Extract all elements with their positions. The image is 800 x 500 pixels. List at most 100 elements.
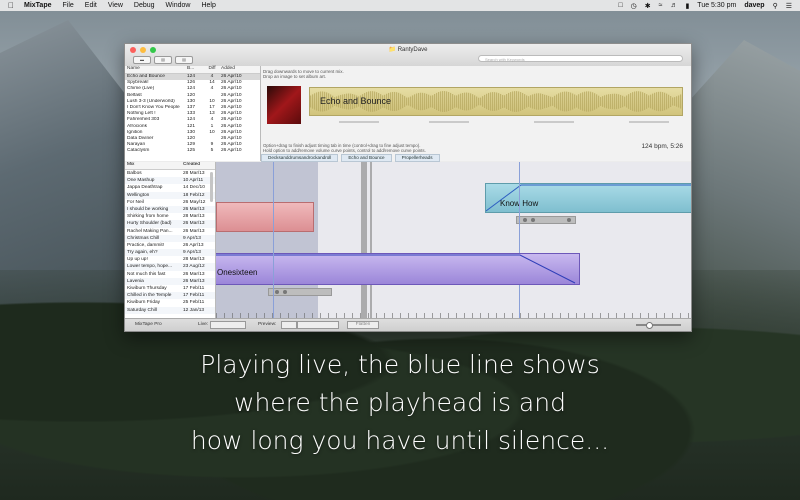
column-created[interactable]: Created: [183, 162, 213, 169]
tab-echo-and-bounce[interactable]: Echo and Bounce: [341, 154, 392, 162]
control-knob[interactable]: [531, 218, 535, 222]
battery-icon[interactable]: ▮: [685, 2, 689, 10]
track-controls[interactable]: [516, 216, 576, 224]
track-waveform[interactable]: Echo and Bounce: [309, 87, 683, 116]
album-art[interactable]: [267, 86, 301, 124]
user-name[interactable]: davep: [744, 2, 764, 9]
flatten-button[interactable]: Flatten: [347, 321, 379, 329]
mix-row[interactable]: For Neil 26 May/12: [125, 199, 215, 206]
mix-row[interactable]: Lavenia 26 Mar/13: [125, 277, 215, 285]
waveform-bar: [654, 92, 656, 111]
mix-row[interactable]: I should be working 26 Mar/13: [125, 205, 215, 214]
volume-icon[interactable]: ♬: [670, 2, 677, 9]
waveform-bar: [490, 92, 492, 111]
zoom-slider-knob[interactable]: [646, 322, 653, 329]
track-controls[interactable]: [268, 288, 332, 296]
apple-menu-icon[interactable]: : [8, 1, 18, 10]
mix-cell-date: 26 Mar/13: [183, 278, 205, 284]
search-icon[interactable]: ⚲: [773, 2, 778, 10]
zoom-slider[interactable]: [636, 322, 681, 329]
menu-view[interactable]: View: [108, 2, 123, 9]
column-mix[interactable]: Mix: [125, 162, 183, 169]
menu-file[interactable]: File: [63, 2, 74, 9]
waveform-bar: [478, 97, 480, 106]
mix-timeline[interactable]: Know How Onesixteen: [216, 162, 691, 318]
column-diff[interactable]: Diff: [203, 66, 221, 73]
mix-cell-date: 26 Mar/13: [183, 206, 205, 212]
clock-icon[interactable]: ◷: [631, 2, 637, 10]
waveform-bar: [614, 93, 616, 110]
mix-cell-name: Try again, eh?: [127, 250, 158, 256]
track-clip[interactable]: [216, 202, 314, 232]
waveform-bar: [648, 95, 650, 108]
search-input[interactable]: Search with Keywords: [478, 55, 683, 62]
chat-icon[interactable]: □: [618, 2, 622, 9]
menu-help[interactable]: Help: [201, 2, 215, 9]
column-added[interactable]: Added: [221, 66, 259, 73]
toolbar-button-2[interactable]: ▤: [154, 56, 172, 64]
preview-output-select[interactable]: [297, 321, 339, 329]
control-knob[interactable]: [523, 218, 527, 222]
waveform-bar: [484, 94, 486, 109]
column-bpm[interactable]: B...: [187, 66, 203, 73]
mix-list: Mix Created Balbos 28 Mar/13 One Mashup 10 …: [125, 162, 216, 318]
menu-window[interactable]: Window: [166, 2, 191, 9]
mix-row[interactable]: Wellington 18 Feb/12: [125, 191, 215, 199]
caption-line-3: how long you have until silence...: [190, 426, 610, 455]
library-row[interactable]: Cataclysm 125 5 26 Apr/10: [125, 148, 260, 154]
menu-debug[interactable]: Debug: [134, 2, 155, 9]
wifi-icon[interactable]: ≈: [659, 2, 663, 9]
list-icon[interactable]: ☰: [786, 2, 792, 10]
mix-row[interactable]: Hurty Shoulder (bad) 26 Mar/13: [125, 220, 215, 228]
mix-row[interactable]: Not much this fast 26 Mar/13: [125, 271, 215, 278]
mix-row[interactable]: Practice, dammit! 26 Apr/13: [125, 242, 215, 249]
mix-row[interactable]: Kiwiburn Friday 25 Feb/11: [125, 299, 215, 306]
control-knob[interactable]: [275, 290, 279, 294]
control-knob[interactable]: [283, 290, 287, 294]
mix-row[interactable]: One Mashup 10 Apr/11: [125, 177, 215, 185]
mix-row[interactable]: Jappa Deathtrap 14 Dec/10: [125, 184, 215, 191]
mix-row[interactable]: Try again, eh? 9 Apr/13: [125, 249, 215, 257]
live-output-select[interactable]: [210, 321, 246, 329]
mix-row[interactable]: Kiwiburn Thursday 17 Feb/11: [125, 285, 215, 292]
mix-row[interactable]: Up up up! 28 Mar/13: [125, 256, 215, 263]
mix-list-scrollbar[interactable]: [210, 172, 213, 202]
waveform-bar: [626, 95, 628, 108]
toolbar-button-3[interactable]: ▤: [175, 56, 193, 64]
menu-edit[interactable]: Edit: [85, 2, 97, 9]
waveform-bar: [472, 94, 474, 109]
waveform-bar: [522, 92, 524, 111]
track-clip-onesixteen[interactable]: Onesixteen: [216, 253, 580, 285]
bluetooth-icon[interactable]: ✱: [645, 2, 651, 10]
mix-row[interactable]: Rachel Making Pan... 26 Mar/13: [125, 228, 215, 235]
waveform-bar: [430, 95, 432, 108]
waveform-bar: [598, 95, 600, 108]
title-bar[interactable]: 📁 RantyDave ▬ ▤ ▤ Search with Keywords: [125, 44, 691, 67]
waveform-bar: [634, 91, 636, 112]
tab-decksanddrums[interactable]: Decksanddrumsandrockandroll: [261, 154, 339, 162]
toolbar-button-1[interactable]: ▬: [133, 56, 151, 64]
mix-row[interactable]: Saturday Chill 12 Jan/13: [125, 306, 215, 314]
preview-play-button[interactable]: [281, 321, 297, 329]
tab-propellerheads[interactable]: Propellerheads: [394, 154, 440, 162]
waveform-bar: [652, 93, 654, 110]
mix-row[interactable]: Chilled in the Temple 17 Feb/11: [125, 292, 215, 300]
clock-time[interactable]: Tue 5:30 pm: [697, 2, 736, 9]
mix-row[interactable]: Lower tempo, hope... 23 Aug/12: [125, 263, 215, 271]
mix-cell-date: 18 Feb/12: [183, 192, 205, 198]
mix-cell-date: 9 Apr/13: [183, 250, 201, 256]
toolbar-buttons: ▬ ▤ ▤: [133, 56, 193, 64]
playhead[interactable]: [361, 162, 367, 318]
mix-row[interactable]: Christmas Chill 9 Apr/13: [125, 234, 215, 242]
mix-row[interactable]: Shirking from home 28 Mar/13: [125, 213, 215, 220]
app-menu[interactable]: MixTape: [24, 2, 52, 9]
waveform-bar: [556, 94, 558, 109]
track-clip-know-how[interactable]: Know How: [485, 183, 691, 213]
library-table: Name B... Diff Added Echo and Bounce 124 4…: [125, 66, 261, 161]
mix-row[interactable]: Balbos 28 Mar/13: [125, 170, 215, 177]
waveform-bar: [462, 92, 464, 111]
waveform-bar: [424, 93, 426, 110]
waveform-bar: [580, 93, 582, 110]
control-knob[interactable]: [567, 218, 571, 222]
column-name[interactable]: Name: [125, 66, 187, 73]
